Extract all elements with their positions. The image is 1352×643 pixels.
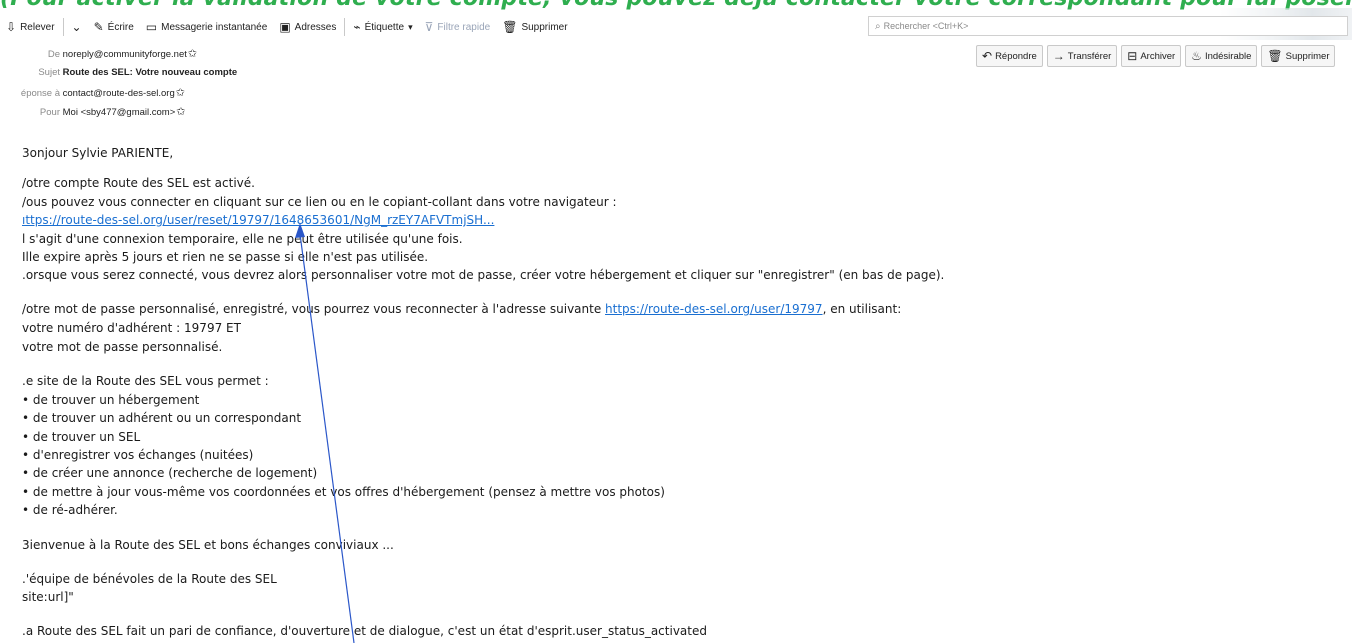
reply-label: Répondre	[995, 50, 1037, 62]
chevron-down-icon: ⌄	[71, 20, 82, 34]
chat-icon: ▭	[145, 20, 158, 34]
address-book-label: Adresses	[294, 21, 337, 33]
subject-row: Sujet Route des SEL: Votre nouveau compt…	[20, 67, 237, 78]
trash-icon: 🗑	[1267, 49, 1283, 63]
address-book-button[interactable]: ▣ Adresses	[273, 16, 342, 38]
archive-icon: ⊟	[1127, 49, 1138, 63]
body-line: /otre mot de passe personnalisé, enregis…	[22, 302, 901, 316]
body-line: site:url]"	[22, 590, 74, 604]
tag-icon: ⌁	[353, 20, 361, 34]
to-label: Pour	[39, 107, 60, 118]
reset-link[interactable]: ıttps://route-des-sel.org/user/reset/197…	[22, 213, 494, 227]
delete-toolbar-label: Supprimer	[521, 21, 568, 33]
star-icon[interactable]: ✩	[188, 48, 197, 60]
junk-icon: ♨	[1191, 49, 1202, 63]
address-book-icon: ▣	[279, 20, 291, 34]
body-line: .orsque vous serez connecté, vous devrez…	[22, 268, 945, 282]
from-row: De noreply@communityforge.net✩	[20, 47, 197, 60]
body-line: Ille expire après 5 jours et rien ne se …	[22, 250, 429, 264]
star-icon[interactable]: ✩	[176, 87, 185, 99]
tag-label: Étiquette	[364, 21, 405, 33]
greeting: 3onjour Sylvie PARIENTE,	[22, 146, 174, 160]
chat-label: Messagerie instantanée	[161, 21, 268, 33]
body-line: .e site de la Route des SEL vous permet …	[22, 374, 269, 388]
body-line: votre mot de passe personnalisé.	[22, 340, 223, 354]
subject-label: Sujet	[38, 67, 60, 78]
reply-to-label: éponse à	[20, 88, 60, 99]
quick-filter-label: Filtre rapide	[437, 21, 491, 33]
subject-value: Route des SEL: Votre nouveau compte	[62, 67, 238, 78]
body-line: l s'agit d'une connexion temporaire, ell…	[22, 232, 463, 246]
delete-button[interactable]: 🗑 Supprimer	[1261, 45, 1336, 67]
pen-icon: ✎	[93, 20, 104, 34]
write-label: Écrire	[107, 21, 134, 33]
tag-button[interactable]: ⌁ Étiquette ▾	[347, 16, 418, 38]
arrow-shaft	[299, 233, 355, 643]
get-mail-label: Relever	[20, 21, 55, 33]
search-input[interactable]: ⌕ Rechercher <Ctrl+K>	[868, 16, 1348, 36]
body-line: .'équipe de bénévoles de la Route des SE…	[22, 572, 277, 586]
search-icon: ⌕	[875, 20, 881, 32]
body-line: 3ienvenue à la Route des SEL et bons éch…	[22, 538, 394, 552]
body-line: votre numéro d'adhérent : 19797 ET	[22, 321, 241, 335]
to-value[interactable]: Moi <sby477@gmail.com>	[63, 107, 176, 118]
body-text-fragment: , en utilisant:	[822, 302, 902, 316]
toolbar-divider	[62, 18, 64, 36]
get-mail-button[interactable]: ⇩ Relever	[0, 16, 61, 38]
list-item: • de créer une annonce (recherche de log…	[22, 466, 318, 480]
list-item: • de mettre à jour vous-même vos coordon…	[22, 485, 665, 499]
message-actions: ↶ Répondre → Transférer ⊟ Archiver ♨ Ind…	[976, 45, 1336, 67]
from-label: De	[47, 49, 60, 60]
user-profile-link[interactable]: https://route-des-sel.org/user/19797	[605, 302, 823, 316]
forward-button[interactable]: → Transférer	[1046, 45, 1118, 67]
reply-button[interactable]: ↶ Répondre	[976, 45, 1043, 67]
toolbar-divider	[344, 18, 346, 36]
delete-label: Supprimer	[1285, 50, 1330, 62]
reply-to-value[interactable]: contact@route-des-sel.org	[63, 88, 175, 99]
forward-icon: →	[1052, 49, 1065, 63]
star-icon[interactable]: ✩	[176, 106, 185, 118]
list-item: • de ré-adhérer.	[22, 503, 118, 517]
get-mail-dropdown[interactable]: ⌄	[66, 16, 88, 38]
quick-filter-button[interactable]: ⊽ Filtre rapide	[419, 16, 497, 38]
body-text-fragment: /otre mot de passe personnalisé, enregis…	[22, 302, 606, 316]
delete-toolbar-button[interactable]: 🗑 Supprimer	[496, 16, 573, 38]
write-button[interactable]: ✎ Écrire	[88, 16, 140, 38]
search-placeholder: Rechercher <Ctrl+K>	[883, 21, 969, 31]
junk-button[interactable]: ♨ Indésirable	[1185, 45, 1258, 67]
filter-icon: ⊽	[424, 20, 434, 34]
to-row: Pour Moi <sby477@gmail.com>✩	[20, 105, 186, 118]
reply-to-row: éponse à contact@route-des-sel.org✩	[2, 86, 185, 99]
body-line: .a Route des SEL fait un pari de confian…	[22, 624, 707, 638]
get-mail-icon: ⇩	[6, 20, 17, 34]
body-line: /ous pouvez vous connecter en cliquant s…	[22, 195, 617, 209]
trash-icon: 🗑	[502, 20, 518, 34]
chat-button[interactable]: ▭ Messagerie instantanée	[140, 16, 274, 38]
junk-label: Indésirable	[1204, 50, 1252, 62]
forward-label: Transférer	[1067, 50, 1112, 62]
list-item: • de trouver un adhérent ou un correspon…	[22, 411, 302, 425]
archive-button[interactable]: ⊟ Archiver	[1121, 45, 1182, 67]
list-item: • d'enregistrer vos échanges (nuitées)	[22, 448, 254, 462]
archive-label: Archiver	[1140, 50, 1176, 62]
list-item: • de trouver un SEL	[22, 430, 141, 444]
from-value[interactable]: noreply@communityforge.net	[63, 49, 187, 60]
list-item: • de trouver un hébergement	[22, 393, 200, 407]
body-line: /otre compte Route des SEL est activé.	[22, 176, 255, 190]
reply-icon: ↶	[982, 49, 993, 63]
chevron-down-icon: ▾	[408, 21, 413, 32]
